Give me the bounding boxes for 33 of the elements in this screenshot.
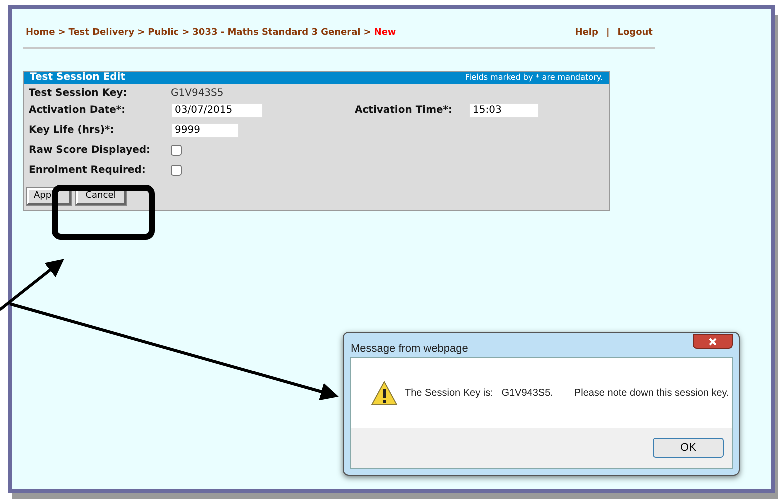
field-label: Enrolment Required: xyxy=(29,164,147,178)
breadcrumb-separator: > xyxy=(182,27,190,40)
header-link[interactable]: Logout xyxy=(618,27,653,40)
breadcrumb-separator: > xyxy=(58,27,66,40)
field-label: Test Session Key: xyxy=(29,87,128,101)
dialog-message: Please note down this session key. xyxy=(574,386,730,400)
input-field[interactable]: 03/07/2015 xyxy=(171,103,263,118)
mandatory-note: Fields marked by * are mandatory. xyxy=(465,74,603,82)
panel-title: Test Session Edit xyxy=(30,72,126,82)
field-label: Raw Score Displayed: xyxy=(29,144,152,158)
dialog-title: Message from webpage xyxy=(351,342,468,357)
field-label: Activation Time*: xyxy=(355,104,454,118)
field-value: G1V943S5 xyxy=(171,87,224,101)
breadcrumb-link[interactable]: Test Delivery xyxy=(68,27,135,40)
dialog-message: The Session Key is: G1V943S5. xyxy=(405,386,554,400)
field-label: Activation Date*: xyxy=(29,104,127,118)
link-separator: | xyxy=(606,27,610,40)
breadcrumb-link[interactable]: Public xyxy=(148,27,180,40)
breadcrumb-link[interactable]: Home xyxy=(26,27,56,40)
warning-icon xyxy=(371,380,398,406)
input-field[interactable]: 15:03 xyxy=(469,103,539,118)
breadcrumb-current: New xyxy=(374,27,396,40)
ok-button[interactable]: OK xyxy=(653,438,724,458)
field-label: Key Life (hrs)*: xyxy=(29,124,116,138)
checkbox[interactable] xyxy=(171,145,182,156)
input-field[interactable]: 9999 xyxy=(171,123,239,138)
breadcrumb-separator: > xyxy=(364,27,372,40)
breadcrumb-separator: > xyxy=(138,27,146,40)
close-icon xyxy=(709,338,717,346)
checkbox[interactable] xyxy=(171,165,182,176)
breadcrumb-link[interactable]: 3033 - Maths Standard 3 General xyxy=(192,27,361,40)
header-link[interactable]: Help xyxy=(575,27,598,40)
close-button[interactable] xyxy=(693,334,733,349)
